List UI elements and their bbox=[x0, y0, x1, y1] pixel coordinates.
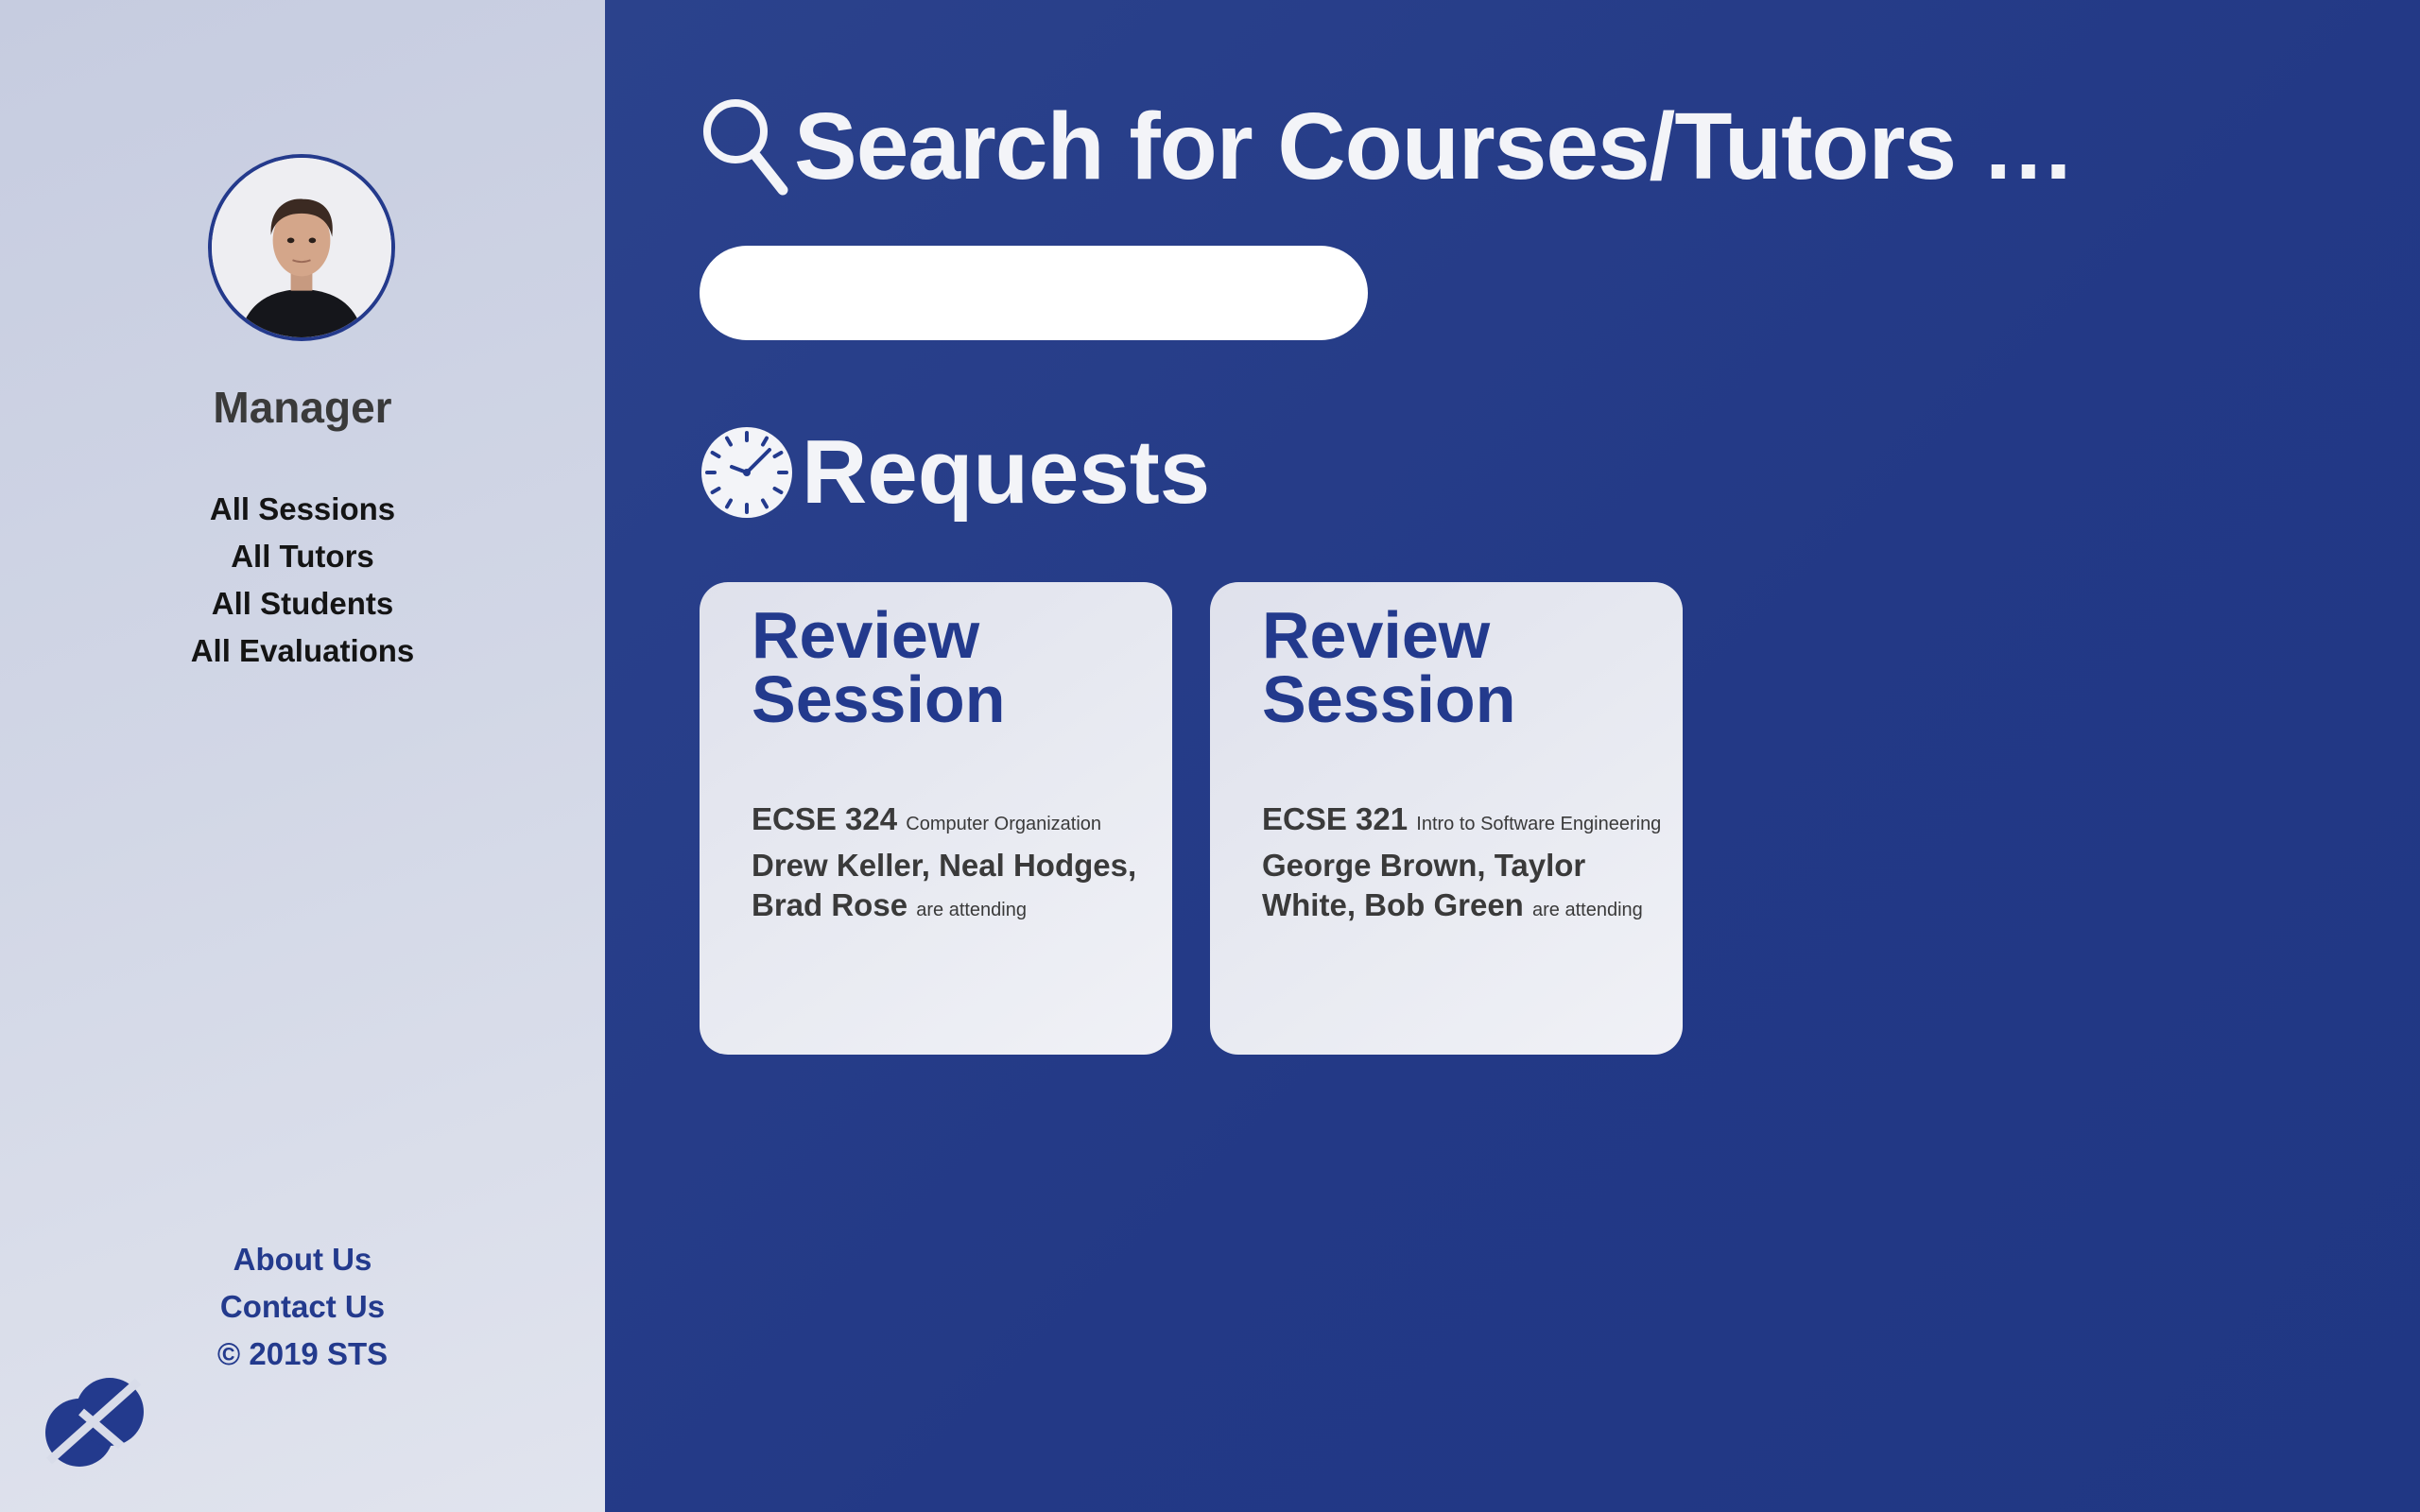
course-name: Intro to Software Engineering bbox=[1416, 814, 1662, 834]
sidebar: Manager All Sessions All Tutors All Stud… bbox=[0, 0, 605, 1512]
course-name: Computer Organization bbox=[906, 814, 1102, 834]
course-line: ECSE 324 Computer Organization bbox=[752, 798, 1153, 846]
nav-all-evaluations[interactable]: All Evaluations bbox=[0, 627, 605, 675]
sidebar-nav: All Sessions All Tutors All Students All… bbox=[0, 486, 605, 675]
profile-avatar[interactable] bbox=[208, 154, 395, 341]
profile-photo bbox=[212, 158, 391, 337]
attendees-line: Drew Keller, Neal Hodges, Brad Rose are … bbox=[752, 846, 1153, 930]
attending-suffix: are attending bbox=[916, 900, 1027, 920]
nav-all-students[interactable]: All Students bbox=[0, 580, 605, 627]
about-us-link[interactable]: About Us bbox=[0, 1236, 605, 1283]
search-input[interactable] bbox=[700, 246, 1368, 340]
main-content: Search for Courses/Tutors … Requests Rev… bbox=[605, 0, 2420, 1512]
request-card[interactable]: Review Session ECSE 324 Computer Organiz… bbox=[700, 582, 1172, 1055]
requests-title: Requests bbox=[802, 421, 1211, 523]
contact-us-link[interactable]: Contact Us bbox=[0, 1283, 605, 1331]
search-heading: Search for Courses/Tutors … bbox=[700, 90, 2076, 203]
search-icon bbox=[703, 99, 788, 196]
clock-icon bbox=[701, 427, 792, 518]
sts-logo-icon[interactable] bbox=[43, 1374, 146, 1469]
attending-suffix: are attending bbox=[1532, 900, 1643, 920]
requests-heading: Requests bbox=[700, 416, 1210, 529]
nav-all-sessions[interactable]: All Sessions bbox=[0, 486, 605, 533]
user-role: Manager bbox=[213, 383, 392, 432]
request-card[interactable]: Review Session ECSE 321 Intro to Softwar… bbox=[1210, 582, 1683, 1055]
copyright-text: © 2019 STS bbox=[216, 1336, 389, 1371]
card-body: ECSE 321 Intro to Software Engineering G… bbox=[1262, 798, 1664, 930]
attendees-line: George Brown, Taylor White, Bob Green ar… bbox=[1262, 846, 1664, 930]
course-code: ECSE 324 bbox=[752, 801, 898, 836]
search-title: Search for Courses/Tutors … bbox=[794, 93, 2076, 199]
nav-all-tutors[interactable]: All Tutors bbox=[0, 533, 605, 580]
card-title: Review Session bbox=[752, 598, 1006, 736]
card-title: Review Session bbox=[1262, 598, 1516, 736]
course-code: ECSE 321 bbox=[1262, 801, 1409, 836]
card-body: ECSE 324 Computer Organization Drew Kell… bbox=[752, 798, 1153, 930]
sidebar-footer: About Us Contact Us © 2019 STS bbox=[0, 1236, 605, 1378]
course-line: ECSE 321 Intro to Software Engineering bbox=[1262, 798, 1664, 846]
